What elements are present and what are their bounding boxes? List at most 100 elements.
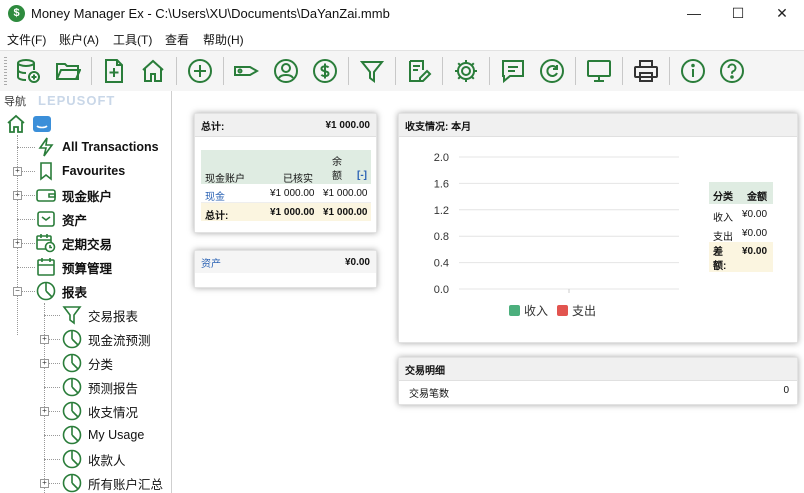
tag-icon[interactable]: [230, 55, 262, 87]
collapse-link[interactable]: [-]: [357, 170, 367, 181]
toolbar-separator: [489, 57, 490, 85]
income-expense-header: 收支情况: 本月: [399, 114, 797, 137]
expand-toggle[interactable]: +: [40, 359, 49, 368]
chat-icon[interactable]: [497, 55, 529, 87]
home-icon: [6, 114, 26, 134]
nav-report-transactions[interactable]: 交易报表: [62, 304, 138, 326]
table-total-row: 差额: ¥0.00: [709, 242, 773, 272]
tree-line: [44, 315, 60, 316]
monitor-icon[interactable]: [583, 55, 615, 87]
tree-line: [17, 147, 35, 148]
refresh-icon[interactable]: [536, 55, 568, 87]
transaction-count-label: 交易笔数: [409, 389, 449, 400]
legend-label[interactable]: 支出: [572, 304, 596, 318]
nav-scheduled[interactable]: 定期交易: [36, 232, 112, 254]
nav-report-my-usage[interactable]: My Usage: [62, 424, 144, 446]
summary-header-label: 总计:: [201, 121, 225, 133]
home-icon[interactable]: [137, 55, 169, 87]
menu-account[interactable]: 账户(A): [59, 31, 99, 48]
user-icon[interactable]: [270, 55, 302, 87]
menu-file[interactable]: 文件(F): [7, 31, 46, 48]
transaction-count-value: 0: [783, 385, 789, 396]
edit-icon[interactable]: [403, 55, 435, 87]
nav-reports[interactable]: 报表: [36, 280, 87, 302]
expand-toggle[interactable]: +: [40, 335, 49, 344]
help-icon[interactable]: [716, 55, 748, 87]
nav-report-forecast[interactable]: 预测报告: [62, 376, 138, 398]
legend-label[interactable]: 收入: [524, 304, 548, 318]
account-link[interactable]: 现金: [205, 188, 225, 203]
toolbar-separator: [91, 57, 92, 85]
legend-swatch[interactable]: [509, 305, 520, 316]
title-bar: $ Money Manager Ex - C:\Users\XU\Documen…: [0, 0, 804, 28]
currency-icon[interactable]: [309, 55, 341, 87]
settings-icon[interactable]: [450, 55, 482, 87]
nav-label: 分类: [88, 357, 114, 372]
tree-line: [22, 243, 35, 244]
toolbar-separator: [176, 57, 177, 85]
database-icon[interactable]: [12, 55, 44, 87]
nav-report-payees[interactable]: 收款人: [62, 448, 126, 470]
bookmark-icon: [36, 161, 56, 181]
balance-value: ¥1 000.00: [323, 188, 368, 199]
calendar-clock-icon: [36, 233, 56, 253]
maximize-button[interactable]: ☐: [716, 0, 760, 28]
nav-cash-accounts[interactable]: 现金账户: [36, 184, 112, 206]
nav-report-income-expense[interactable]: 收支情况: [62, 400, 138, 422]
nav-favourites[interactable]: Favourites: [36, 160, 125, 182]
table-total-row: 总计: ¥1 000.00 ¥1 000.00: [201, 203, 371, 222]
expense-label: 支出: [713, 232, 733, 243]
watermark-logo: LEPUSOFT: [38, 93, 116, 108]
toolbar: [0, 50, 804, 92]
menu-help[interactable]: 帮助(H): [203, 31, 244, 48]
expand-toggle[interactable]: +: [13, 191, 22, 200]
menu-tools[interactable]: 工具(T): [113, 31, 152, 48]
expand-toggle[interactable]: +: [13, 167, 22, 176]
income-value: ¥0.00: [742, 209, 768, 220]
nav-label: 资产: [62, 213, 88, 228]
nav-report-cashflow[interactable]: 现金流预测: [62, 328, 151, 350]
reconciled-value: ¥1 000.00: [270, 188, 315, 199]
accounts-table: 现金账户 已核实 余额 [-] 现金 ¥1 000.00 ¥1 000.00 总…: [201, 150, 371, 222]
open-folder-icon[interactable]: [52, 55, 84, 87]
expand-toggle[interactable]: +: [13, 239, 22, 248]
info-icon[interactable]: [677, 55, 709, 87]
nav-all-transactions[interactable]: All Transactions: [36, 136, 159, 158]
add-transaction-icon[interactable]: [184, 55, 216, 87]
app-logo-icon: $: [8, 5, 25, 22]
nav-budget[interactable]: 预算管理: [36, 256, 112, 278]
print-icon[interactable]: [630, 55, 662, 87]
collapse-toggle[interactable]: −: [13, 287, 22, 296]
table-row: 交易笔数 0: [399, 381, 797, 403]
nav-assets[interactable]: 资产: [36, 208, 87, 230]
accounts-table-head: 现金账户 已核实 余额 [-]: [201, 150, 371, 185]
expand-toggle[interactable]: +: [40, 407, 49, 416]
y-tick-label: 0.4: [434, 258, 449, 270]
new-file-icon[interactable]: [98, 55, 130, 87]
nav-root-home[interactable]: [6, 113, 58, 135]
nav-report-all-accounts[interactable]: 所有账户汇总: [62, 472, 163, 493]
nav-report-categories[interactable]: 分类: [62, 352, 113, 374]
menu-bar: 文件(F) 账户(A) 工具(T) 查看 帮助(H): [0, 28, 804, 50]
filter-icon[interactable]: [356, 55, 388, 87]
window-title: Money Manager Ex - C:\Users\XU\Documents…: [31, 6, 390, 21]
nav-label: 报表: [62, 285, 88, 300]
toolbar-separator: [575, 57, 576, 85]
legend-swatch[interactable]: [557, 305, 568, 316]
assets-link[interactable]: 资产: [201, 255, 221, 270]
accounts-summary-panel: 总计: ¥1 000.00 现金账户 已核实 余额 [-] 现金 ¥1 000.…: [194, 113, 377, 233]
menu-view[interactable]: 查看: [165, 31, 189, 48]
tree-line: [44, 459, 60, 460]
close-button[interactable]: ✕: [760, 0, 804, 28]
minimize-button[interactable]: —: [672, 0, 716, 28]
nav-label: 收支情况: [88, 405, 139, 420]
expand-toggle[interactable]: +: [40, 479, 49, 488]
pie-chart-icon: [62, 377, 82, 397]
tree-line: [44, 435, 60, 436]
lightning-icon: [36, 137, 56, 157]
y-tick-label: 2.0: [434, 152, 449, 164]
toolbar-grip[interactable]: [4, 57, 7, 85]
toolbar-separator: [622, 57, 623, 85]
income-expense-panel: 收支情况: 本月 2.0 1.6 1.2 0.8 0.4 0.0 收入 支出 分类 金额 收入…: [398, 113, 798, 343]
pie-chart-icon: [62, 425, 82, 445]
